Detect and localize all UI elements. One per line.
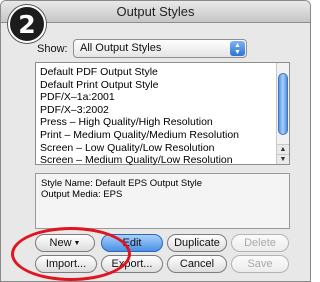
select-arrows-icon: ▲ ▼ (230, 41, 245, 56)
dialog-title: Output Styles (116, 4, 195, 19)
list-item[interactable]: Screen – Medium Quality/Low Resolution (36, 154, 276, 167)
export-button[interactable]: Export... (101, 255, 163, 273)
delete-button[interactable]: Delete (231, 234, 289, 252)
style-name-info: Style Name: Default EPS Output Style (41, 178, 203, 189)
list-item[interactable]: Press – High Quality/High Resolution (36, 116, 276, 129)
save-button[interactable]: Save (231, 255, 289, 273)
style-info-box: Style Name: Default EPS Output Style Out… (35, 173, 290, 229)
list-item[interactable]: Default Print Output Style (36, 79, 276, 92)
new-button-label: New (49, 237, 72, 249)
output-media-info: Output Media: EPS (41, 189, 123, 200)
step-number-badge: 2 (8, 5, 46, 43)
menu-arrow-icon: ▼ (73, 240, 81, 247)
scroll-down-arrow-icon[interactable]: ▼ (277, 154, 289, 164)
list-item[interactable]: Print – Medium Quality/Medium Resolution (36, 129, 276, 142)
import-button[interactable]: Import... (35, 255, 97, 273)
list-item[interactable]: PDF/X–3:2002 (36, 104, 276, 117)
list-item[interactable]: PDF/X–1a:2001 (36, 91, 276, 104)
list-items: Default PDF Output Style Default Print O… (36, 66, 276, 167)
cancel-button[interactable]: Cancel (167, 255, 227, 273)
new-button[interactable]: New ▼ (35, 234, 95, 252)
edit-button[interactable]: Edit (101, 234, 163, 252)
scroll-up-arrow-icon[interactable]: ▲ (277, 144, 289, 154)
list-item[interactable]: Screen – Low Quality/Low Resolution (36, 142, 276, 155)
show-filter-value: All Output Styles (80, 42, 162, 54)
show-filter-select[interactable]: All Output Styles ▲ ▼ (73, 39, 247, 58)
output-styles-dialog: Output Styles 2 Show: All Output Styles … (0, 0, 311, 282)
duplicate-button[interactable]: Duplicate (167, 234, 227, 252)
scroll-thumb[interactable] (278, 73, 288, 135)
show-label: Show: (37, 43, 68, 55)
output-style-list[interactable]: Default PDF Output Style Default Print O… (35, 62, 290, 167)
list-scrollbar[interactable]: ▲ ▼ (276, 63, 289, 164)
title-bar: Output Styles (1, 1, 310, 23)
list-item[interactable]: Default PDF Output Style (36, 66, 276, 79)
